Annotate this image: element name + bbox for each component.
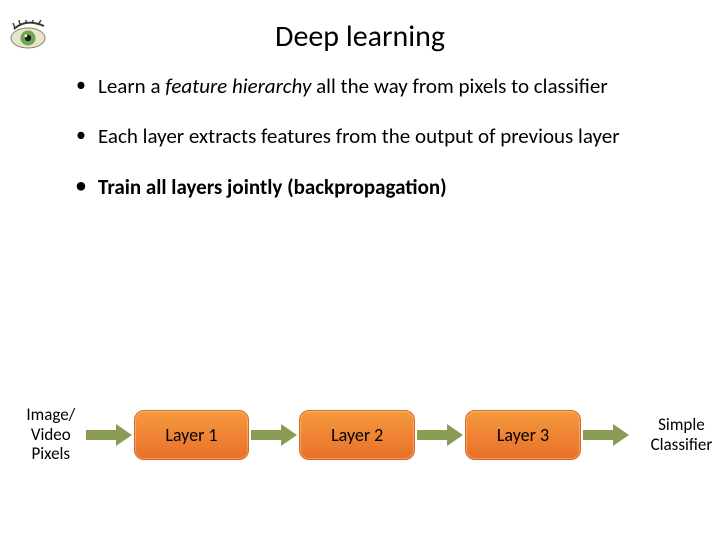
bullet-1-em: feature hierarchy	[165, 73, 311, 99]
bullet-1: Learn a feature hierarchy all the way fr…	[76, 73, 670, 99]
arrow-icon	[415, 422, 465, 448]
bullet-3: Train all layers jointly (backpropagatio…	[76, 174, 670, 200]
output-line-2: Classifier	[643, 435, 720, 455]
input-line-3: Pixels	[18, 444, 84, 464]
pipeline-flow: Image/ Video Pixels Layer 1 Layer 2 Laye…	[18, 405, 720, 464]
input-line-1: Image/	[18, 405, 84, 425]
bullet-2: Each layer extracts features from the ou…	[76, 123, 670, 149]
arrow-icon	[84, 422, 134, 448]
arrow-icon	[581, 422, 631, 448]
input-line-2: Video	[18, 425, 84, 445]
layer-1-box: Layer 1	[134, 410, 250, 460]
bullet-1-text-post: all the way from pixels to classifier	[311, 73, 607, 99]
bullet-1-text-pre: Learn a	[98, 73, 165, 99]
layer-3-box: Layer 3	[465, 410, 581, 460]
bullet-list: Learn a feature hierarchy all the way fr…	[76, 73, 670, 200]
layer-2-box: Layer 2	[299, 410, 415, 460]
slide: Deep learning Learn a feature hierarchy …	[0, 18, 720, 558]
slide-title: Deep learning	[30, 18, 690, 55]
input-label: Image/ Video Pixels	[18, 405, 84, 464]
output-line-1: Simple	[643, 415, 720, 435]
eye-logo-icon	[8, 20, 60, 57]
output-label: Simple Classifier	[643, 415, 720, 454]
arrow-icon	[249, 422, 299, 448]
